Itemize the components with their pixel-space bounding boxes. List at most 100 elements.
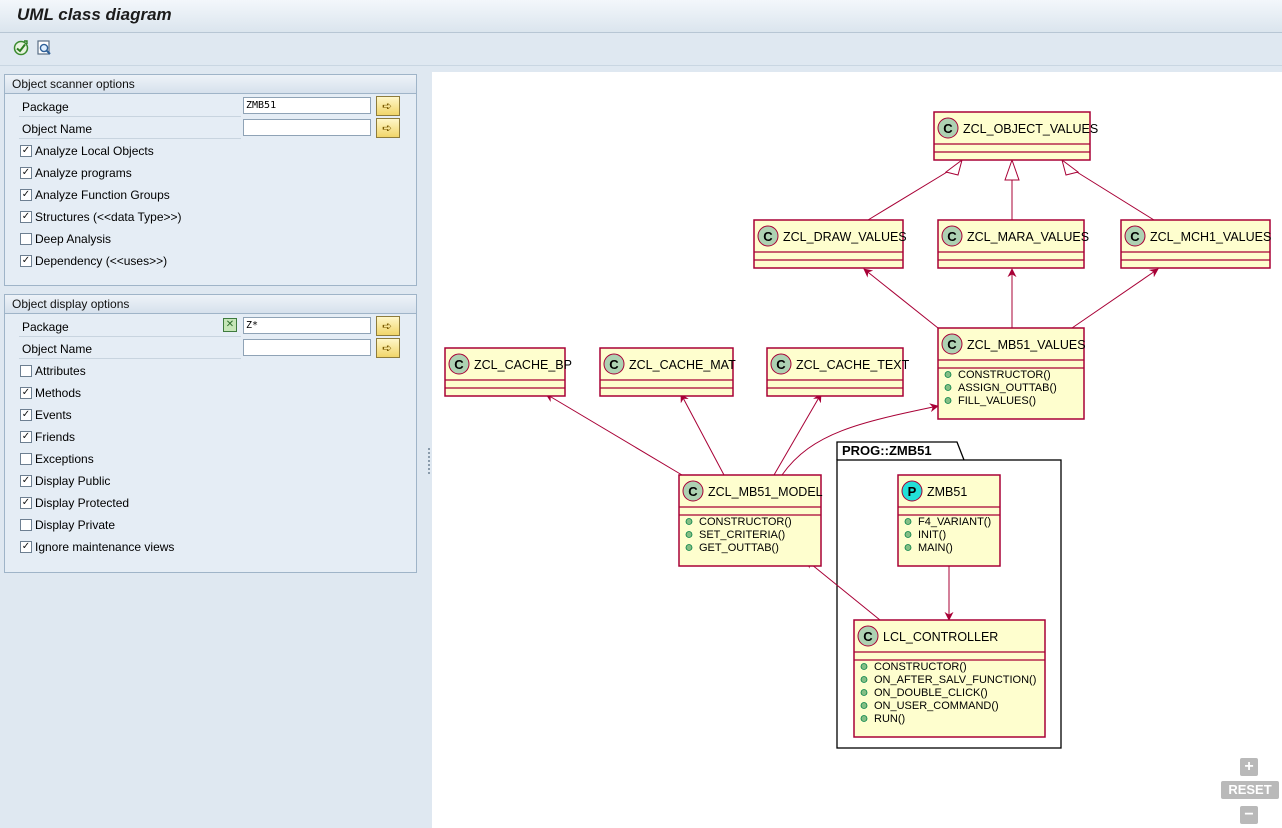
public-method-icon: [860, 663, 868, 670]
checkbox-label: Exceptions: [35, 452, 94, 466]
checkbox[interactable]: [20, 233, 32, 245]
left-pane: Object scanner options Package ➪ Object …: [0, 66, 426, 828]
stereotype-letter: C: [776, 357, 786, 372]
class-box-mb51-values[interactable]: C ZCL_MB51_VALUES CONSTRUCTOR()ASSIGN_OUTT…: [937, 327, 1086, 420]
stereotype-letter: C: [947, 229, 957, 244]
method-name: MAIN(): [918, 542, 953, 554]
checkbox-label: Deep Analysis: [35, 232, 112, 246]
checkbox[interactable]: ✓: [20, 387, 32, 399]
group-title: Object scanner options: [5, 75, 416, 94]
package-title: PROG::ZMB51: [842, 443, 932, 458]
checkbox[interactable]: [20, 365, 32, 377]
object-name-label: Object Name: [22, 122, 93, 136]
method-name: CONSTRUCTOR(): [958, 369, 1051, 381]
checkbox[interactable]: ✓: [20, 409, 32, 421]
checkbox-label: Events: [35, 408, 72, 422]
package-input[interactable]: [243, 97, 371, 114]
diagram-canvas[interactable]: PROG::ZMB51 C ZCL_OBJECT_VALUES C ZCL_DRAW_…: [432, 72, 1282, 828]
method-name: GET_OUTTAB(): [699, 542, 779, 554]
checkbox[interactable]: ✓: [20, 497, 32, 509]
window-title: UML class diagram: [17, 5, 172, 24]
toolbar: [0, 33, 1282, 66]
checkbox[interactable]: ✓: [20, 145, 32, 157]
class-name: ZCL_DRAW_VALUES: [783, 230, 907, 244]
public-method-icon: [685, 544, 693, 551]
method-name: FILL_VALUES(): [958, 395, 1036, 407]
class-box-cache-bp[interactable]: C ZCL_CACHE_BP: [444, 347, 572, 397]
stereotype-letter: C: [863, 629, 873, 644]
zoom-out-button[interactable]: −: [1240, 806, 1258, 824]
stereotype-letter: C: [763, 229, 773, 244]
class-name: ZCL_OBJECT_VALUES: [963, 122, 1098, 136]
checkbox-label: Methods: [35, 386, 82, 400]
object-name-value-help-button[interactable]: ➪: [376, 118, 400, 138]
object-scanner-options: Object scanner options Package ➪ Object …: [4, 74, 417, 286]
method-name: SET_CRITERIA(): [699, 529, 785, 541]
class-box-object-values[interactable]: C ZCL_OBJECT_VALUES: [933, 111, 1098, 161]
edges-inheritance: [867, 158, 1155, 221]
uml-diagram[interactable]: PROG::ZMB51 C ZCL_OBJECT_VALUESC ZCL_DRAW_…: [432, 72, 1282, 828]
class-box-mara-values[interactable]: C ZCL_MARA_VALUES: [937, 219, 1089, 269]
class-box-mb51-model[interactable]: C ZCL_MB51_MODEL CONSTRUCTOR()SET_CRITERIA…: [678, 474, 823, 567]
class-box-zmb51[interactable]: P ZMB51 F4_VARIANT()INIT()MAIN(): [897, 474, 1001, 567]
object-display-options: Object display options Package ✕ ➪ Objec…: [4, 294, 417, 573]
checkbox[interactable]: ✓: [20, 541, 32, 553]
checkbox[interactable]: [20, 519, 32, 531]
class-box-cache-text[interactable]: C ZCL_CACHE_TEXT: [766, 347, 910, 397]
class-box-cache-mat[interactable]: C ZCL_CACHE_MAT: [599, 347, 736, 397]
value-help-icon: ➪: [382, 121, 393, 135]
public-method-icon: [944, 384, 952, 391]
display-object-name-value-help-button[interactable]: ➪: [376, 338, 400, 358]
method-name: ASSIGN_OUTTAB(): [958, 382, 1057, 394]
method-name: ON_AFTER_SALV_FUNCTION(): [874, 674, 1036, 686]
checkbox[interactable]: ✓: [20, 211, 32, 223]
class-box-draw-values[interactable]: C ZCL_DRAW_VALUES: [753, 219, 907, 269]
display-package-input[interactable]: [243, 317, 371, 334]
stereotype-letter: C: [1130, 229, 1140, 244]
checkbox[interactable]: ✓: [20, 189, 32, 201]
display-icon[interactable]: [35, 39, 53, 57]
class-box-lcl-controller[interactable]: C LCL_CONTROLLER CONSTRUCTOR()ON_AFTER_SAL…: [853, 619, 1046, 738]
method-name: CONSTRUCTOR(): [699, 516, 792, 528]
multiple-selection-icon[interactable]: ✕: [223, 318, 237, 332]
class-layer: C ZCL_OBJECT_VALUES C ZCL_DRAW_VALUES C ZCL_M…: [444, 111, 1271, 738]
method-name: RUN(): [874, 713, 905, 725]
public-method-icon: [944, 397, 952, 404]
checkbox-label: Display Protected: [35, 496, 130, 510]
splitter-grip[interactable]: [428, 448, 430, 474]
class-name: ZCL_MB51_MODEL: [708, 485, 823, 499]
method-name: F4_VARIANT(): [918, 516, 991, 528]
stereotype-letter: C: [943, 121, 953, 136]
checkbox[interactable]: ✓: [20, 255, 32, 267]
display-object-name-input[interactable]: [243, 339, 371, 356]
checkbox-label: Attributes: [35, 364, 86, 378]
display-package-value-help-button[interactable]: ➪: [376, 316, 400, 336]
class-name: LCL_CONTROLLER: [883, 630, 998, 644]
class-name: ZCL_MCH1_VALUES: [1150, 230, 1271, 244]
class-name: ZCL_MARA_VALUES: [967, 230, 1089, 244]
zoom-reset-button[interactable]: RESET: [1221, 781, 1279, 799]
public-method-icon: [685, 531, 693, 538]
checkbox[interactable]: ✓: [20, 475, 32, 487]
zoom-in-button[interactable]: +: [1240, 758, 1258, 776]
checkbox-label: Display Public: [35, 474, 111, 488]
checkbox-label: Ignore maintenance views: [35, 540, 175, 554]
checkbox[interactable]: ✓: [20, 431, 32, 443]
class-name: ZCL_CACHE_MAT: [629, 358, 736, 372]
execute-icon[interactable]: [12, 39, 30, 57]
class-name: ZMB51: [927, 485, 967, 499]
value-help-icon: ➪: [382, 99, 393, 113]
public-method-icon: [904, 518, 912, 525]
package-value-help-button[interactable]: ➪: [376, 96, 400, 116]
method-name: CONSTRUCTOR(): [874, 661, 967, 673]
checkbox-label: Analyze programs: [35, 166, 132, 180]
class-name: ZCL_CACHE_TEXT: [796, 358, 910, 372]
stereotype-letter: C: [454, 357, 464, 372]
group-title: Object display options: [5, 295, 416, 314]
public-method-icon: [944, 371, 952, 378]
object-name-input[interactable]: [243, 119, 371, 136]
class-box-mch1-values[interactable]: C ZCL_MCH1_VALUES: [1120, 219, 1271, 269]
checkbox[interactable]: [20, 453, 32, 465]
checkbox[interactable]: ✓: [20, 167, 32, 179]
public-method-icon: [860, 676, 868, 683]
